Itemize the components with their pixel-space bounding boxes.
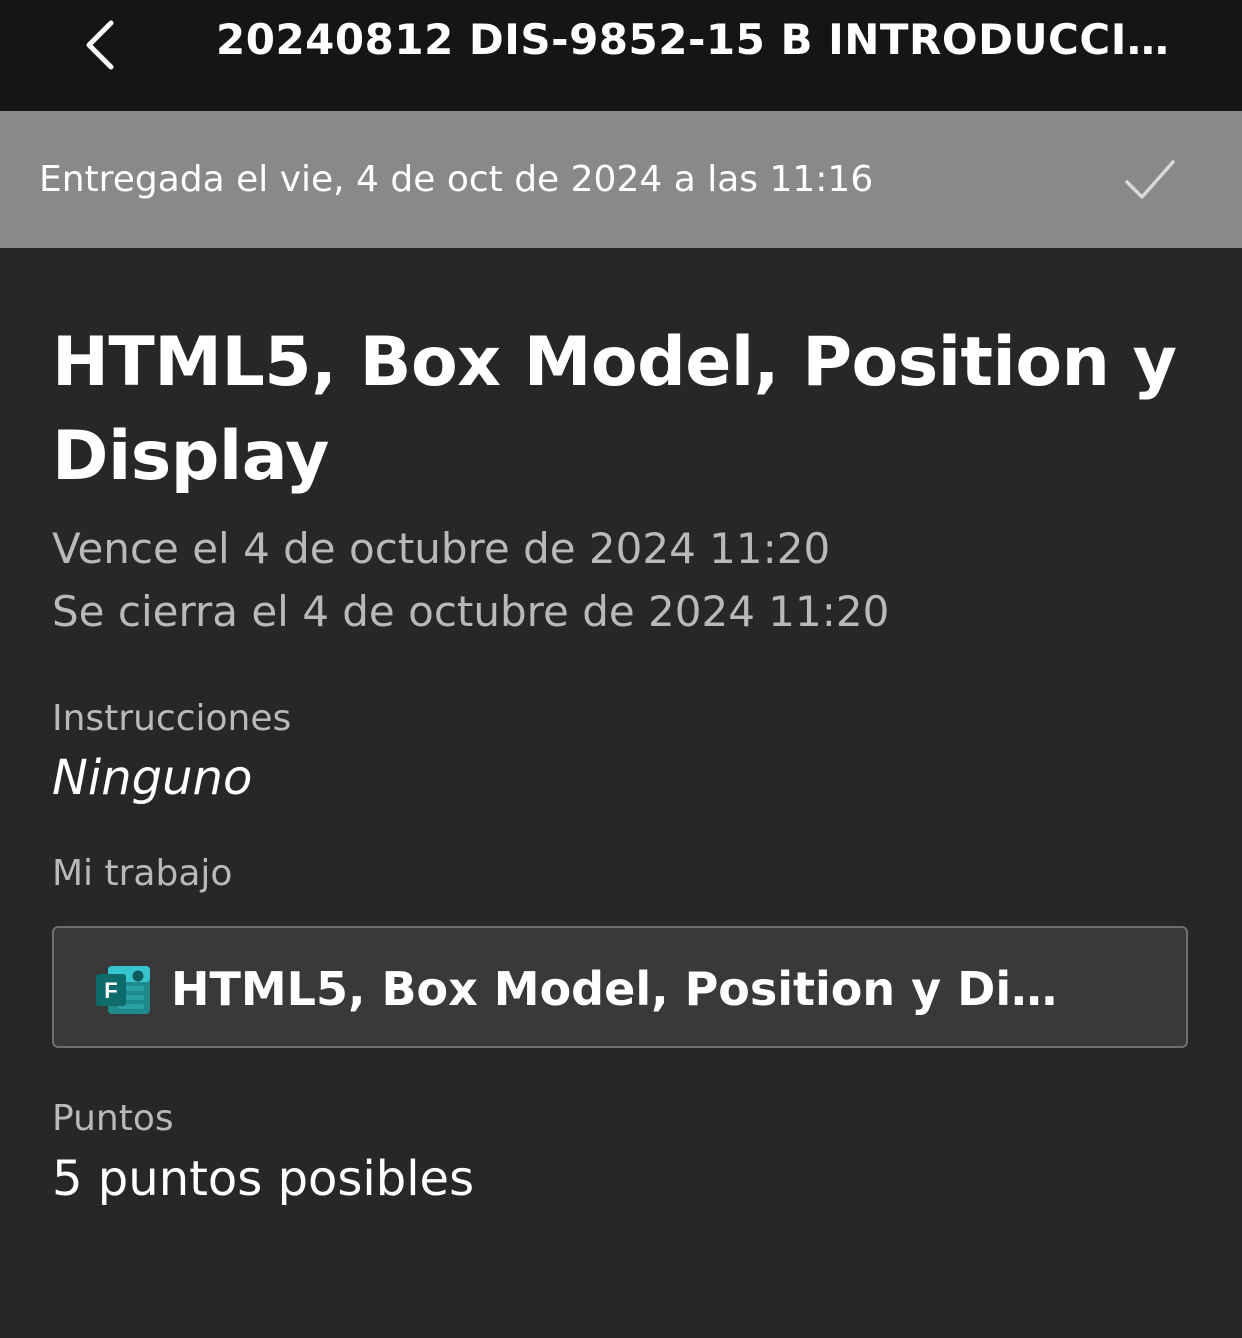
- chevron-left-icon: [86, 20, 114, 70]
- back-button[interactable]: [70, 12, 130, 78]
- instructions-label: Instrucciones: [52, 698, 292, 739]
- my-work-label: Mi trabajo: [52, 853, 233, 894]
- assignment-title: HTML5, Box Model, Position y Display: [52, 323, 1177, 496]
- checkmark-icon: [1125, 160, 1175, 199]
- close-date: Se cierra el 4 de octubre de 2024 11:20: [52, 587, 890, 636]
- forms-icon-letter: F: [104, 978, 117, 1003]
- points-value: 5 puntos posibles: [52, 1151, 475, 1207]
- instructions-value: Ninguno: [52, 750, 253, 806]
- nav-title: 20240812 DIS-9852-15 B INTRODUCCIO...: [216, 15, 1176, 64]
- microsoft-forms-icon: F: [96, 966, 150, 1014]
- due-date: Vence el 4 de octubre de 2024 11:20: [52, 524, 831, 573]
- points-label: Puntos: [52, 1098, 174, 1139]
- work-attachment-card[interactable]: F HTML5, Box Model, Position y Displ...: [52, 926, 1188, 1048]
- assignment-detail-screen: 20240812 DIS-9852-15 B INTRODUCCIO... En…: [0, 0, 1242, 1338]
- work-attachment-name: HTML5, Box Model, Position y Displ...: [171, 962, 1071, 1016]
- submission-status-text: Entregada el vie, 4 de oct de 2024 a las…: [39, 159, 874, 200]
- top-navigation-bar: 20240812 DIS-9852-15 B INTRODUCCIO...: [0, 0, 1242, 111]
